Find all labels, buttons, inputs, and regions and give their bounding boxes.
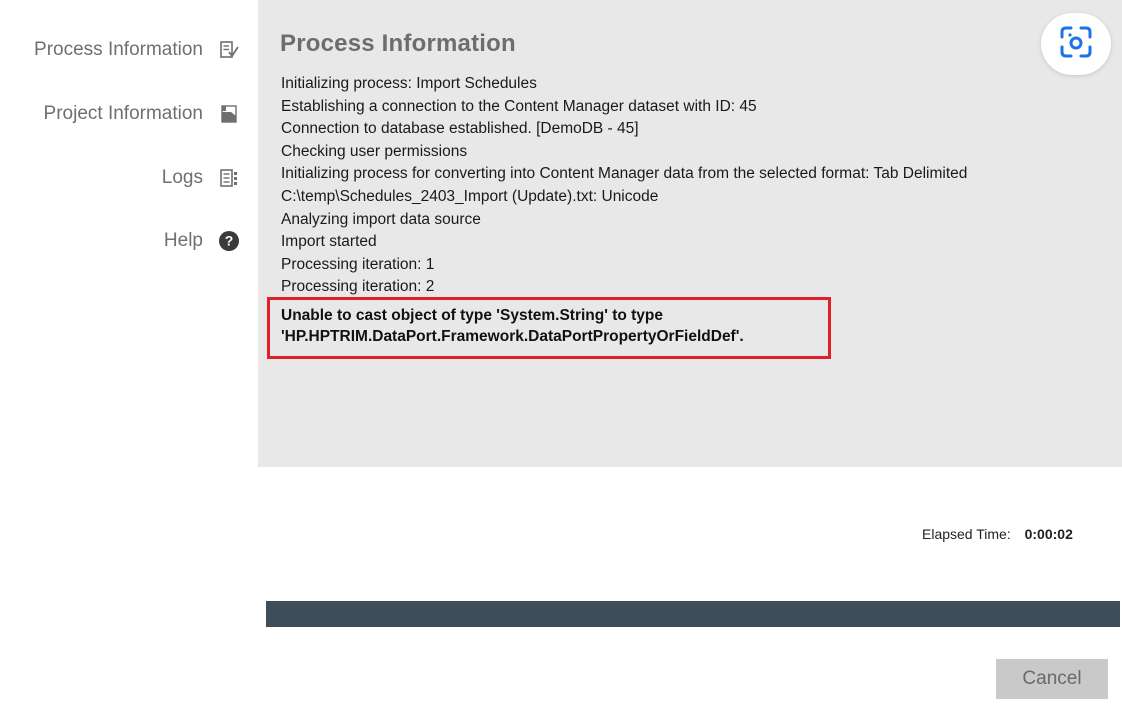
log-line: Processing iteration: 1 [281, 255, 435, 273]
cancel-button[interactable]: Cancel [996, 659, 1108, 699]
log-line: Establishing a connection to the Content… [281, 97, 757, 115]
log-line: Initializing process: Import Schedules [281, 75, 537, 92]
log-line: Initializing process for converting into… [281, 165, 968, 183]
sidebar-item-label: Project Information [43, 103, 203, 124]
page-title: Process Information [280, 30, 516, 57]
sidebar-item-logs[interactable]: Logs [162, 166, 241, 190]
visual-search-lens-icon [1058, 24, 1094, 65]
sidebar-item-label: Help [163, 230, 203, 251]
process-checklist-icon [217, 38, 241, 62]
log-line: C:\temp\Schedules_2403_Import (Update).t… [281, 187, 659, 205]
svg-text:?: ? [225, 233, 234, 249]
sidebar-item-project-information[interactable]: Project Information [44, 102, 241, 126]
sidebar-item-process-information[interactable]: Process Information [34, 38, 241, 62]
project-document-icon [217, 102, 241, 126]
log-line: Checking user permissions [281, 142, 468, 160]
elapsed-time-label: Elapsed Time: [922, 526, 1011, 542]
sidebar-item-label: Process Information [34, 39, 203, 60]
progress-bar-fill [266, 601, 1120, 627]
elapsed-time-value: 0:00:02 [1024, 526, 1073, 542]
sidebar: Process Information Project Information … [0, 0, 258, 707]
logs-list-icon [217, 166, 241, 190]
elapsed-time: Elapsed Time: 0:00:02 [922, 526, 1073, 542]
log-line: Import started [281, 233, 377, 251]
help-icon: ? [217, 229, 241, 253]
error-line: 'HP.HPTRIM.DataPort.Framework.DataPortPr… [281, 328, 744, 345]
log-line: Analyzing import data source [281, 210, 481, 228]
process-log-panel: Process Information Initializing process… [258, 0, 1122, 467]
progress-bar [266, 601, 1120, 627]
error-message: Unable to cast object of type 'System.St… [281, 305, 744, 347]
sidebar-item-help[interactable]: Help ? [164, 229, 241, 253]
visual-search-button[interactable] [1041, 13, 1111, 75]
sidebar-item-label: Logs [161, 167, 203, 188]
process-log: Initializing process: Import Schedules E… [281, 73, 1121, 299]
log-line: Processing iteration: 2 [281, 278, 435, 296]
log-line: Connection to database established. [Dem… [281, 120, 639, 138]
error-line: Unable to cast object of type 'System.St… [281, 307, 664, 324]
